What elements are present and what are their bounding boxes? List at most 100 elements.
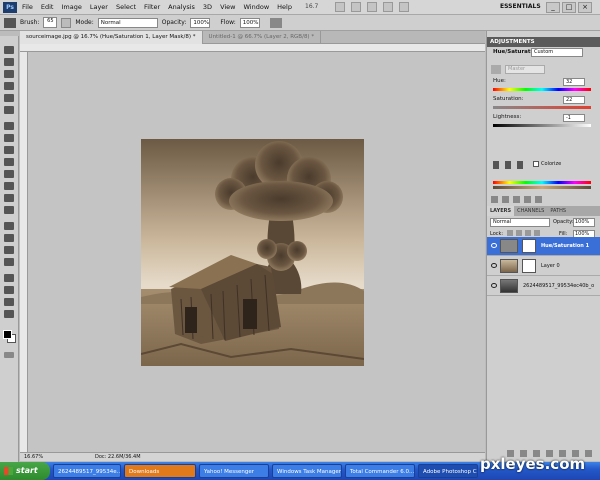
lock-image-icon[interactable]	[516, 230, 522, 236]
menu-analysis[interactable]: Analysis	[168, 3, 195, 11]
move-tool-icon[interactable]	[4, 46, 14, 54]
eyedropper-minus-icon[interactable]	[517, 161, 523, 169]
lasso-tool-icon[interactable]	[4, 70, 14, 78]
rotate-view-icon[interactable]	[367, 2, 377, 12]
lock-transparent-icon[interactable]	[507, 230, 513, 236]
layer-name[interactable]: Hue/Saturation 1	[541, 243, 589, 249]
status-doc-size[interactable]: Doc: 22.6M/36.4M	[95, 454, 141, 460]
taskbar-item-image[interactable]: 2624489517_99534e...	[53, 464, 121, 478]
menu-select[interactable]: Select	[116, 3, 136, 11]
gradient-tool-icon[interactable]	[4, 182, 14, 190]
eye-icon[interactable]	[491, 283, 497, 288]
airbrush-icon[interactable]	[269, 17, 282, 28]
arrange-documents-icon[interactable]	[383, 2, 393, 12]
zoom-tool-icon[interactable]	[4, 310, 14, 318]
layer-row-hue-saturation[interactable]: Hue/Saturation 1	[487, 237, 600, 256]
brush-preset-picker[interactable]: 65	[43, 17, 58, 28]
layer-row-source[interactable]: 2624489517_99534ec40b_o	[487, 277, 600, 296]
reset-icon[interactable]	[524, 196, 531, 203]
eye-icon[interactable]	[491, 263, 497, 268]
hand-tool-icon[interactable]	[4, 298, 14, 306]
layer-name[interactable]: Layer 0	[541, 263, 560, 269]
minimize-icon[interactable]: _	[546, 2, 560, 13]
pen-tool-icon[interactable]	[4, 222, 14, 230]
hue-slider[interactable]	[493, 88, 591, 91]
brush-tool-icon[interactable]	[4, 134, 14, 142]
flow-field[interactable]: 100%	[239, 17, 260, 28]
blur-tool-icon[interactable]	[4, 194, 14, 202]
foreground-color-swatch[interactable]	[3, 330, 12, 339]
zoom-readout[interactable]: 16.7	[305, 3, 318, 10]
taskbar-item-total-commander[interactable]: Total Commander 6.0...	[345, 464, 415, 478]
trash-icon[interactable]	[585, 450, 592, 457]
mode-select[interactable]: Normal	[97, 17, 158, 28]
path-select-tool-icon[interactable]	[4, 246, 14, 254]
lightness-slider[interactable]	[493, 124, 591, 127]
taskbar-item-photoshop[interactable]: Adobe Photoshop CS4	[418, 464, 478, 478]
layer-mask-thumbnail[interactable]	[522, 259, 536, 273]
tab-layers[interactable]: LAYERS	[487, 206, 515, 216]
tab-channels[interactable]: CHANNELS	[514, 206, 547, 216]
type-tool-icon[interactable]	[4, 234, 14, 242]
close-icon[interactable]: ×	[578, 2, 592, 13]
shape-tool-icon[interactable]	[4, 258, 14, 266]
eyedropper-icon[interactable]	[493, 161, 499, 169]
clip-layer-icon[interactable]	[502, 196, 509, 203]
history-brush-tool-icon[interactable]	[4, 158, 14, 166]
brush-panel-icon[interactable]	[61, 17, 72, 28]
layer-row-layer-0[interactable]: Layer 0	[487, 257, 600, 276]
lock-all-icon[interactable]	[534, 230, 540, 236]
taskbar-item-messenger[interactable]: Yahoo! Messenger	[199, 464, 269, 478]
layer-mask-thumbnail[interactable]	[522, 239, 536, 253]
healing-brush-tool-icon[interactable]	[4, 122, 14, 130]
opacity-field[interactable]: 100%	[190, 17, 211, 28]
eyedropper-tool-icon[interactable]	[4, 106, 14, 114]
preset-select[interactable]: Custom	[531, 48, 583, 57]
quick-mask-icon[interactable]	[4, 352, 14, 358]
eye-icon[interactable]	[491, 243, 497, 248]
taskbar-item-downloads[interactable]: Downloads	[124, 464, 196, 478]
menu-window[interactable]: Window	[244, 3, 270, 11]
brush-tool-icon[interactable]	[4, 17, 16, 28]
menu-file[interactable]: File	[22, 3, 33, 11]
3d-orbit-tool-icon[interactable]	[4, 286, 14, 294]
crop-tool-icon[interactable]	[4, 94, 14, 102]
menu-view[interactable]: View	[220, 3, 235, 11]
hand-adjust-icon[interactable]	[491, 65, 501, 74]
blend-mode-select[interactable]: Normal	[490, 218, 550, 227]
clone-stamp-tool-icon[interactable]	[4, 146, 14, 154]
menu-3d[interactable]: 3D	[203, 3, 212, 11]
saturation-slider[interactable]	[493, 106, 591, 109]
back-arrow-icon[interactable]	[491, 196, 498, 203]
document-image[interactable]	[141, 139, 364, 366]
layer-opacity-field[interactable]: 100%	[573, 218, 595, 227]
tab-paths[interactable]: PATHS	[547, 206, 569, 216]
screen-mode-icon[interactable]	[399, 2, 409, 12]
menu-help[interactable]: Help	[277, 3, 292, 11]
dodge-tool-icon[interactable]	[4, 206, 14, 214]
status-zoom[interactable]: 16.67%	[24, 454, 43, 460]
eyedropper-plus-icon[interactable]	[505, 161, 511, 169]
start-button[interactable]: start	[0, 462, 50, 480]
workspace-switcher[interactable]: ESSENTIALS	[500, 3, 541, 10]
3d-rotate-tool-icon[interactable]	[4, 274, 14, 282]
hue-field[interactable]: 32	[563, 78, 585, 86]
channel-select[interactable]: Master	[505, 65, 545, 74]
colorize-checkbox[interactable]	[533, 161, 539, 167]
trash-icon[interactable]	[535, 196, 542, 203]
adjustments-panel-title[interactable]: ADJUSTMENTS	[487, 37, 600, 47]
zoom-tool-icon[interactable]	[351, 2, 361, 12]
tab-sourceimage[interactable]: sourceimage.jpg @ 16.7% (Hue/Saturation …	[20, 31, 203, 44]
quick-select-tool-icon[interactable]	[4, 82, 14, 90]
menu-image[interactable]: Image	[61, 3, 81, 11]
layer-name[interactable]: 2624489517_99534ec40b_o	[523, 283, 594, 289]
eraser-tool-icon[interactable]	[4, 170, 14, 178]
menu-filter[interactable]: Filter	[144, 3, 160, 11]
saturation-field[interactable]: 22	[563, 96, 585, 104]
lightness-field[interactable]: -1	[563, 114, 585, 122]
menu-edit[interactable]: Edit	[41, 3, 54, 11]
taskbar-item-task-manager[interactable]: Windows Task Manager	[272, 464, 342, 478]
maximize-icon[interactable]: □	[562, 2, 576, 13]
menu-layer[interactable]: Layer	[90, 3, 108, 11]
marquee-tool-icon[interactable]	[4, 58, 14, 66]
